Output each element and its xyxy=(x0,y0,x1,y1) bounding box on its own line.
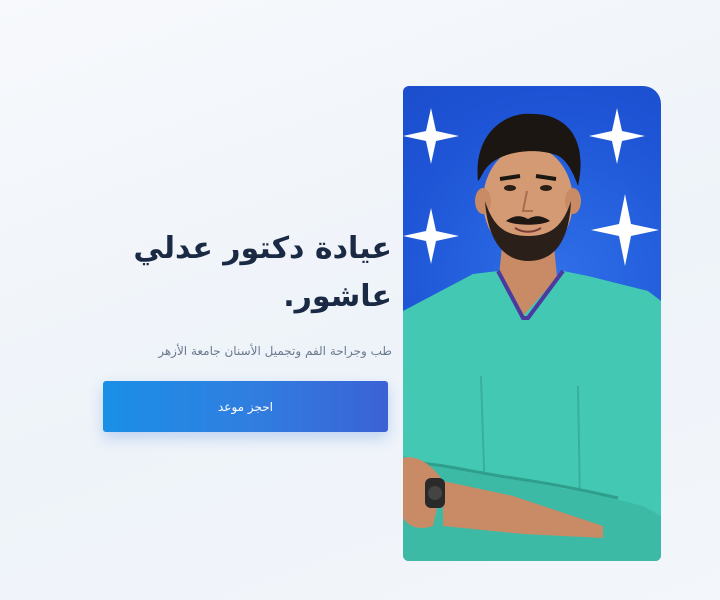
page-title: عيادة دكتور عدلي عاشور. xyxy=(133,231,392,314)
doctor-illustration xyxy=(403,108,661,561)
hero-subtitle: طب وجراحة الفم وتجميل الأسنان جامعة الأز… xyxy=(158,344,392,358)
hero-text-block: عيادة دكتور عدلي عاشور. طب وجراحة الفم و… xyxy=(102,225,392,361)
hero-section: عيادة دكتور عدلي عاشور. طب وجراحة الفم و… xyxy=(0,0,720,600)
sparkle-icon xyxy=(403,208,459,264)
sparkle-icon xyxy=(589,108,645,164)
doctor-photo xyxy=(403,86,661,561)
sparkle-icon xyxy=(591,194,659,266)
book-appointment-button[interactable]: احجز موعد xyxy=(103,381,388,432)
sparkle-icon xyxy=(403,108,459,164)
